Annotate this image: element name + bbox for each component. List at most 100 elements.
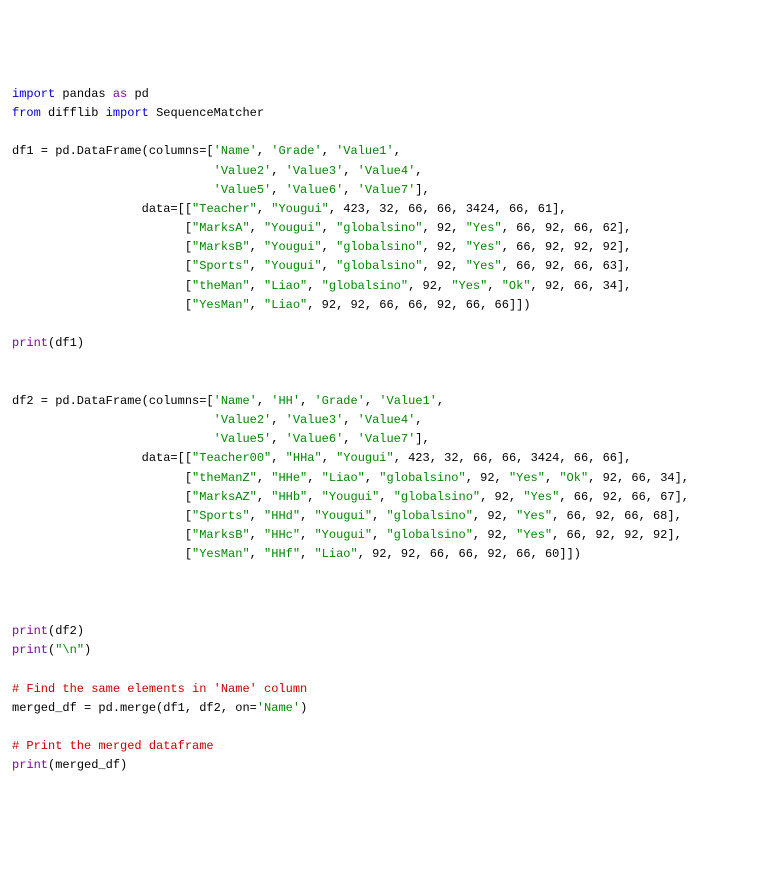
n: 92	[372, 547, 386, 561]
n: 66	[567, 528, 581, 542]
v-yes: "Yes"	[451, 279, 487, 293]
fn-print: print	[12, 624, 48, 638]
col-v6: 'Value6'	[286, 183, 344, 197]
v-teacher00: "Teacher00"	[192, 451, 271, 465]
v-yes: "Yes"	[516, 528, 552, 542]
col-grade: 'Grade'	[271, 144, 321, 158]
v-globalsino: "globalsino"	[379, 471, 465, 485]
var-df1: df1	[55, 336, 77, 350]
n: 92	[603, 240, 617, 254]
n: 92	[545, 279, 559, 293]
v-yes: "Yes"	[509, 471, 545, 485]
n: 66	[509, 202, 523, 216]
col-v5: 'Value5'	[214, 183, 272, 197]
v-marksaz: "MarksAZ"	[192, 490, 257, 504]
n: 66	[473, 451, 487, 465]
kw-from: from	[12, 106, 41, 120]
v-sports: "Sports"	[192, 509, 250, 523]
col-v7: 'Value7'	[358, 432, 416, 446]
n: 92	[437, 240, 451, 254]
v-ok: "Ok"	[502, 279, 531, 293]
n: 92	[603, 471, 617, 485]
v-marksb: "MarksB"	[192, 240, 250, 254]
v-globalsino: "globalsino"	[386, 509, 472, 523]
v-yes: "Yes"	[523, 490, 559, 504]
n: 92	[603, 490, 617, 504]
var-merged: merged_df	[55, 758, 120, 772]
col-v5: 'Value5'	[214, 432, 272, 446]
code-block: import pandas as pd from difflib import …	[12, 85, 747, 776]
n: 92	[574, 240, 588, 254]
data-kw: data=[[	[142, 451, 192, 465]
n: 66	[466, 298, 480, 312]
df2-assign: df2 = pd.DataFrame(columns=[	[12, 394, 214, 408]
kw-import: import	[12, 87, 55, 101]
col-v7: 'Value7'	[358, 183, 416, 197]
n: 92	[545, 259, 559, 273]
n: 92	[487, 509, 501, 523]
n: 92	[480, 471, 494, 485]
n: 92	[437, 259, 451, 273]
v-marksa: "MarksA"	[192, 221, 250, 235]
class-seqmatcher: SequenceMatcher	[156, 106, 264, 120]
n: 66	[516, 547, 530, 561]
n: 66	[495, 298, 509, 312]
n: 3424	[531, 451, 560, 465]
v-yougui: "Yougui"	[264, 259, 322, 273]
df1-assign: df1 = pd.DataFrame(columns=[	[12, 144, 214, 158]
kw-as: as	[113, 87, 127, 101]
v-yougui: "Yougui"	[314, 528, 372, 542]
n: 92	[545, 221, 559, 235]
v-yes: "Yes"	[466, 259, 502, 273]
kw-import2: import	[106, 106, 149, 120]
v-hhe: "HHe"	[271, 471, 307, 485]
comment-print: # Print the merged dataframe	[12, 739, 214, 753]
n: 62	[603, 221, 617, 235]
n: 92	[487, 528, 501, 542]
v-hhd: "HHd"	[264, 509, 300, 523]
n: 66	[631, 471, 645, 485]
n: 32	[379, 202, 393, 216]
col-v4: 'Value4'	[358, 413, 416, 427]
n: 66	[408, 202, 422, 216]
n: 61	[538, 202, 552, 216]
v-liao: "Liao"	[322, 471, 365, 485]
v-globalsino: "globalsino"	[386, 528, 472, 542]
fn-print: print	[12, 758, 48, 772]
v-liao: "Liao"	[314, 547, 357, 561]
n: 423	[343, 202, 365, 216]
n: 66	[502, 451, 516, 465]
v-ok: "Ok"	[559, 471, 588, 485]
col-v1: 'Value1'	[379, 394, 437, 408]
col-v6: 'Value6'	[286, 432, 344, 446]
v-hhb: "HHb"	[271, 490, 307, 504]
v-teacher: "Teacher"	[192, 202, 257, 216]
n: 66	[516, 240, 530, 254]
n: 66	[624, 509, 638, 523]
n: 66	[516, 221, 530, 235]
v-globalsino: "globalsino"	[336, 259, 422, 273]
merge-assign: merged_df = pd.merge(df1, df2, on=	[12, 701, 257, 715]
col-v2: 'Value2'	[214, 164, 272, 178]
n: 66	[437, 202, 451, 216]
n: 66	[430, 547, 444, 561]
col-v3: 'Value3'	[286, 164, 344, 178]
col-v2: 'Value2'	[214, 413, 272, 427]
v-theman: "theMan"	[192, 279, 250, 293]
str-newline: "\n"	[55, 643, 84, 657]
v-yesman: "YesMan"	[192, 547, 250, 561]
v-hhf: "HHf"	[264, 547, 300, 561]
v-yesman: "YesMan"	[192, 298, 250, 312]
v-yougui: "Yougui"	[322, 490, 380, 504]
v-marksb: "MarksB"	[192, 528, 250, 542]
var-df2: df2	[55, 624, 77, 638]
v-globalsino: "globalsino"	[336, 240, 422, 254]
n: 423	[408, 451, 430, 465]
n: 66	[631, 490, 645, 504]
n: 66	[516, 259, 530, 273]
n: 67	[660, 490, 674, 504]
col-grade: 'Grade'	[314, 394, 364, 408]
mod-difflib: difflib	[48, 106, 98, 120]
mod-pandas: pandas	[62, 87, 105, 101]
n: 34	[603, 279, 617, 293]
